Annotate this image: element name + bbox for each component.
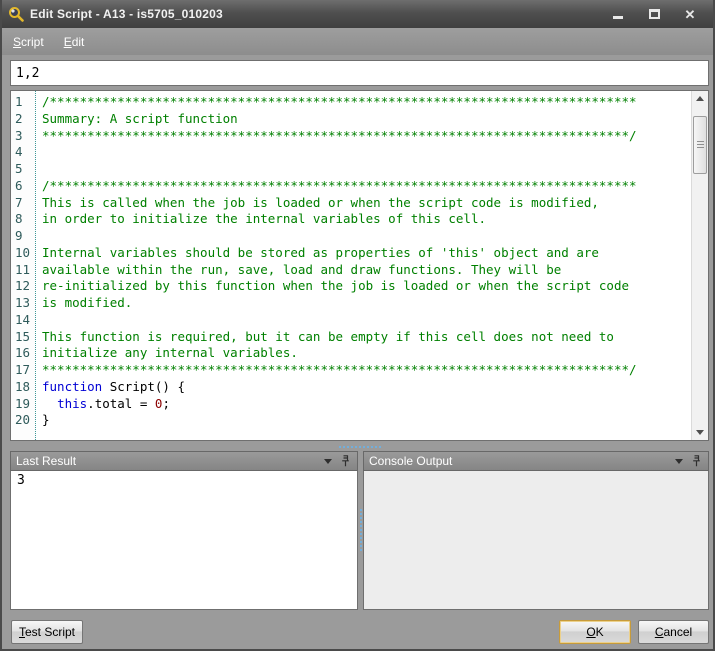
close-icon: ✕ bbox=[685, 8, 696, 21]
line-number: 2 bbox=[15, 111, 35, 128]
edit-script-dialog: Edit Script - A13 - is5705_010203 ✕ Scri… bbox=[0, 0, 715, 651]
code-line[interactable]: in order to initialize the internal vari… bbox=[42, 211, 691, 228]
line-number: 20 bbox=[15, 412, 35, 429]
line-number: 6 bbox=[15, 178, 35, 195]
line-number: 13 bbox=[15, 295, 35, 312]
line-number: 9 bbox=[15, 228, 35, 245]
line-number: 10 bbox=[15, 245, 35, 262]
window-title: Edit Script - A13 - is5705_010203 bbox=[30, 7, 223, 21]
line-number: 16 bbox=[15, 345, 35, 362]
console-output-content[interactable] bbox=[363, 471, 709, 610]
arrow-down-icon bbox=[696, 430, 704, 435]
code-lines[interactable]: /***************************************… bbox=[36, 91, 691, 440]
cursor-position-field[interactable] bbox=[10, 60, 709, 86]
scrollbar-thumb[interactable] bbox=[693, 116, 707, 174]
code-line[interactable]: /***************************************… bbox=[42, 94, 691, 111]
menu-bar: Script Edit bbox=[2, 28, 713, 55]
chevron-down-icon[interactable] bbox=[324, 459, 332, 464]
close-button[interactable]: ✕ bbox=[679, 5, 701, 23]
menu-script[interactable]: Script bbox=[13, 35, 44, 49]
splitter-grip-icon bbox=[360, 509, 362, 551]
code-line[interactable]: re-initialized by this function when the… bbox=[42, 278, 691, 295]
last-result-content[interactable]: 3 bbox=[10, 471, 358, 610]
pushpin-icon[interactable] bbox=[341, 455, 350, 467]
chevron-down-icon[interactable] bbox=[675, 459, 683, 464]
code-line[interactable]: ****************************************… bbox=[42, 128, 691, 145]
line-number: 17 bbox=[15, 362, 35, 379]
code-editor: 1234567891011121314151617181920 /*******… bbox=[10, 90, 709, 441]
line-number-gutter: 1234567891011121314151617181920 bbox=[11, 91, 36, 440]
title-bar[interactable]: Edit Script - A13 - is5705_010203 ✕ bbox=[0, 0, 715, 28]
line-number: 8 bbox=[15, 211, 35, 228]
console-output-header[interactable]: Console Output bbox=[363, 451, 709, 471]
code-line[interactable]: is modified. bbox=[42, 295, 691, 312]
line-number: 18 bbox=[15, 379, 35, 396]
line-number: 15 bbox=[15, 329, 35, 346]
line-number: 7 bbox=[15, 195, 35, 212]
arrow-up-icon bbox=[696, 96, 704, 101]
code-line[interactable]: } bbox=[42, 412, 691, 429]
scroll-down-button[interactable] bbox=[692, 425, 708, 440]
code-line[interactable] bbox=[42, 144, 691, 161]
code-line[interactable] bbox=[42, 161, 691, 178]
ok-button[interactable]: OK bbox=[559, 620, 631, 644]
cancel-button[interactable]: Cancel bbox=[638, 620, 709, 644]
code-line[interactable]: This function is required, but it can be… bbox=[42, 329, 691, 346]
code-line[interactable]: Summary: A script function bbox=[42, 111, 691, 128]
maximize-button[interactable] bbox=[643, 5, 665, 23]
line-number: 4 bbox=[15, 144, 35, 161]
line-number: 19 bbox=[15, 396, 35, 413]
line-number: 5 bbox=[15, 161, 35, 178]
console-output-panel: Console Output bbox=[363, 451, 709, 610]
line-number: 12 bbox=[15, 278, 35, 295]
editor-vertical-scrollbar[interactable] bbox=[691, 91, 708, 440]
minimize-button[interactable] bbox=[607, 5, 629, 23]
splitter-grip-icon bbox=[339, 446, 381, 448]
pushpin-icon[interactable] bbox=[692, 455, 701, 467]
thumb-grip-icon bbox=[697, 141, 704, 149]
code-line[interactable] bbox=[42, 228, 691, 245]
code-line[interactable]: function Script() { bbox=[42, 379, 691, 396]
last-result-header[interactable]: Last Result bbox=[10, 451, 358, 471]
code-line[interactable]: initialize any internal variables. bbox=[42, 345, 691, 362]
panel-title: Console Output bbox=[369, 454, 452, 468]
code-line[interactable]: This is called when the job is loaded or… bbox=[42, 195, 691, 212]
code-line[interactable] bbox=[42, 312, 691, 329]
panel-title: Last Result bbox=[16, 454, 76, 468]
code-line[interactable]: ****************************************… bbox=[42, 362, 691, 379]
test-script-button[interactable]: Test Script bbox=[11, 620, 83, 644]
line-number: 1 bbox=[15, 94, 35, 111]
maximize-icon bbox=[649, 9, 660, 19]
horizontal-splitter[interactable] bbox=[10, 443, 709, 450]
code-line[interactable]: available within the run, save, load and… bbox=[42, 262, 691, 279]
magnifier-icon bbox=[8, 6, 24, 22]
line-number: 3 bbox=[15, 128, 35, 145]
minimize-icon bbox=[613, 16, 623, 19]
code-line[interactable]: Internal variables should be stored as p… bbox=[42, 245, 691, 262]
line-number: 11 bbox=[15, 262, 35, 279]
code-line[interactable]: this.total = 0; bbox=[42, 396, 691, 413]
last-result-panel: Last Result 3 bbox=[10, 451, 358, 610]
menu-edit[interactable]: Edit bbox=[64, 35, 85, 49]
scroll-up-button[interactable] bbox=[692, 91, 708, 106]
code-line[interactable]: /***************************************… bbox=[42, 178, 691, 195]
line-number: 14 bbox=[15, 312, 35, 329]
